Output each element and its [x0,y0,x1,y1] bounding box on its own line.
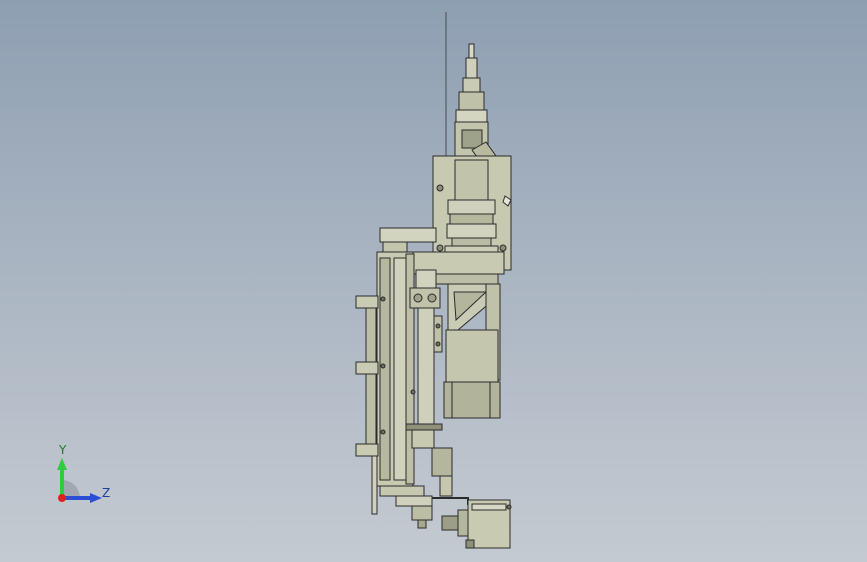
clamp-ring [405,423,443,431]
y-axis-arrow [57,458,67,470]
side-tab-3 [355,443,379,457]
z-axis-label: Z [102,486,111,500]
rail-top-cap [379,227,437,243]
graphics-viewport[interactable]: Y Z [0,0,867,562]
collar-2 [446,223,497,239]
bottom-nozzle [411,505,433,521]
y-axis-label: Y [59,443,67,457]
motor-body [445,329,499,383]
connector-box [431,447,453,477]
z-axis-arrow [90,493,102,503]
coordinate-triad [57,458,102,503]
x-axis-dot [58,494,66,502]
probe-tip [468,43,475,59]
collar-1 [447,199,496,215]
side-tab-1 [355,295,379,309]
cad-model-welding-head[interactable] [0,0,867,562]
slide-rod [417,307,435,427]
side-tab-2 [355,361,379,375]
